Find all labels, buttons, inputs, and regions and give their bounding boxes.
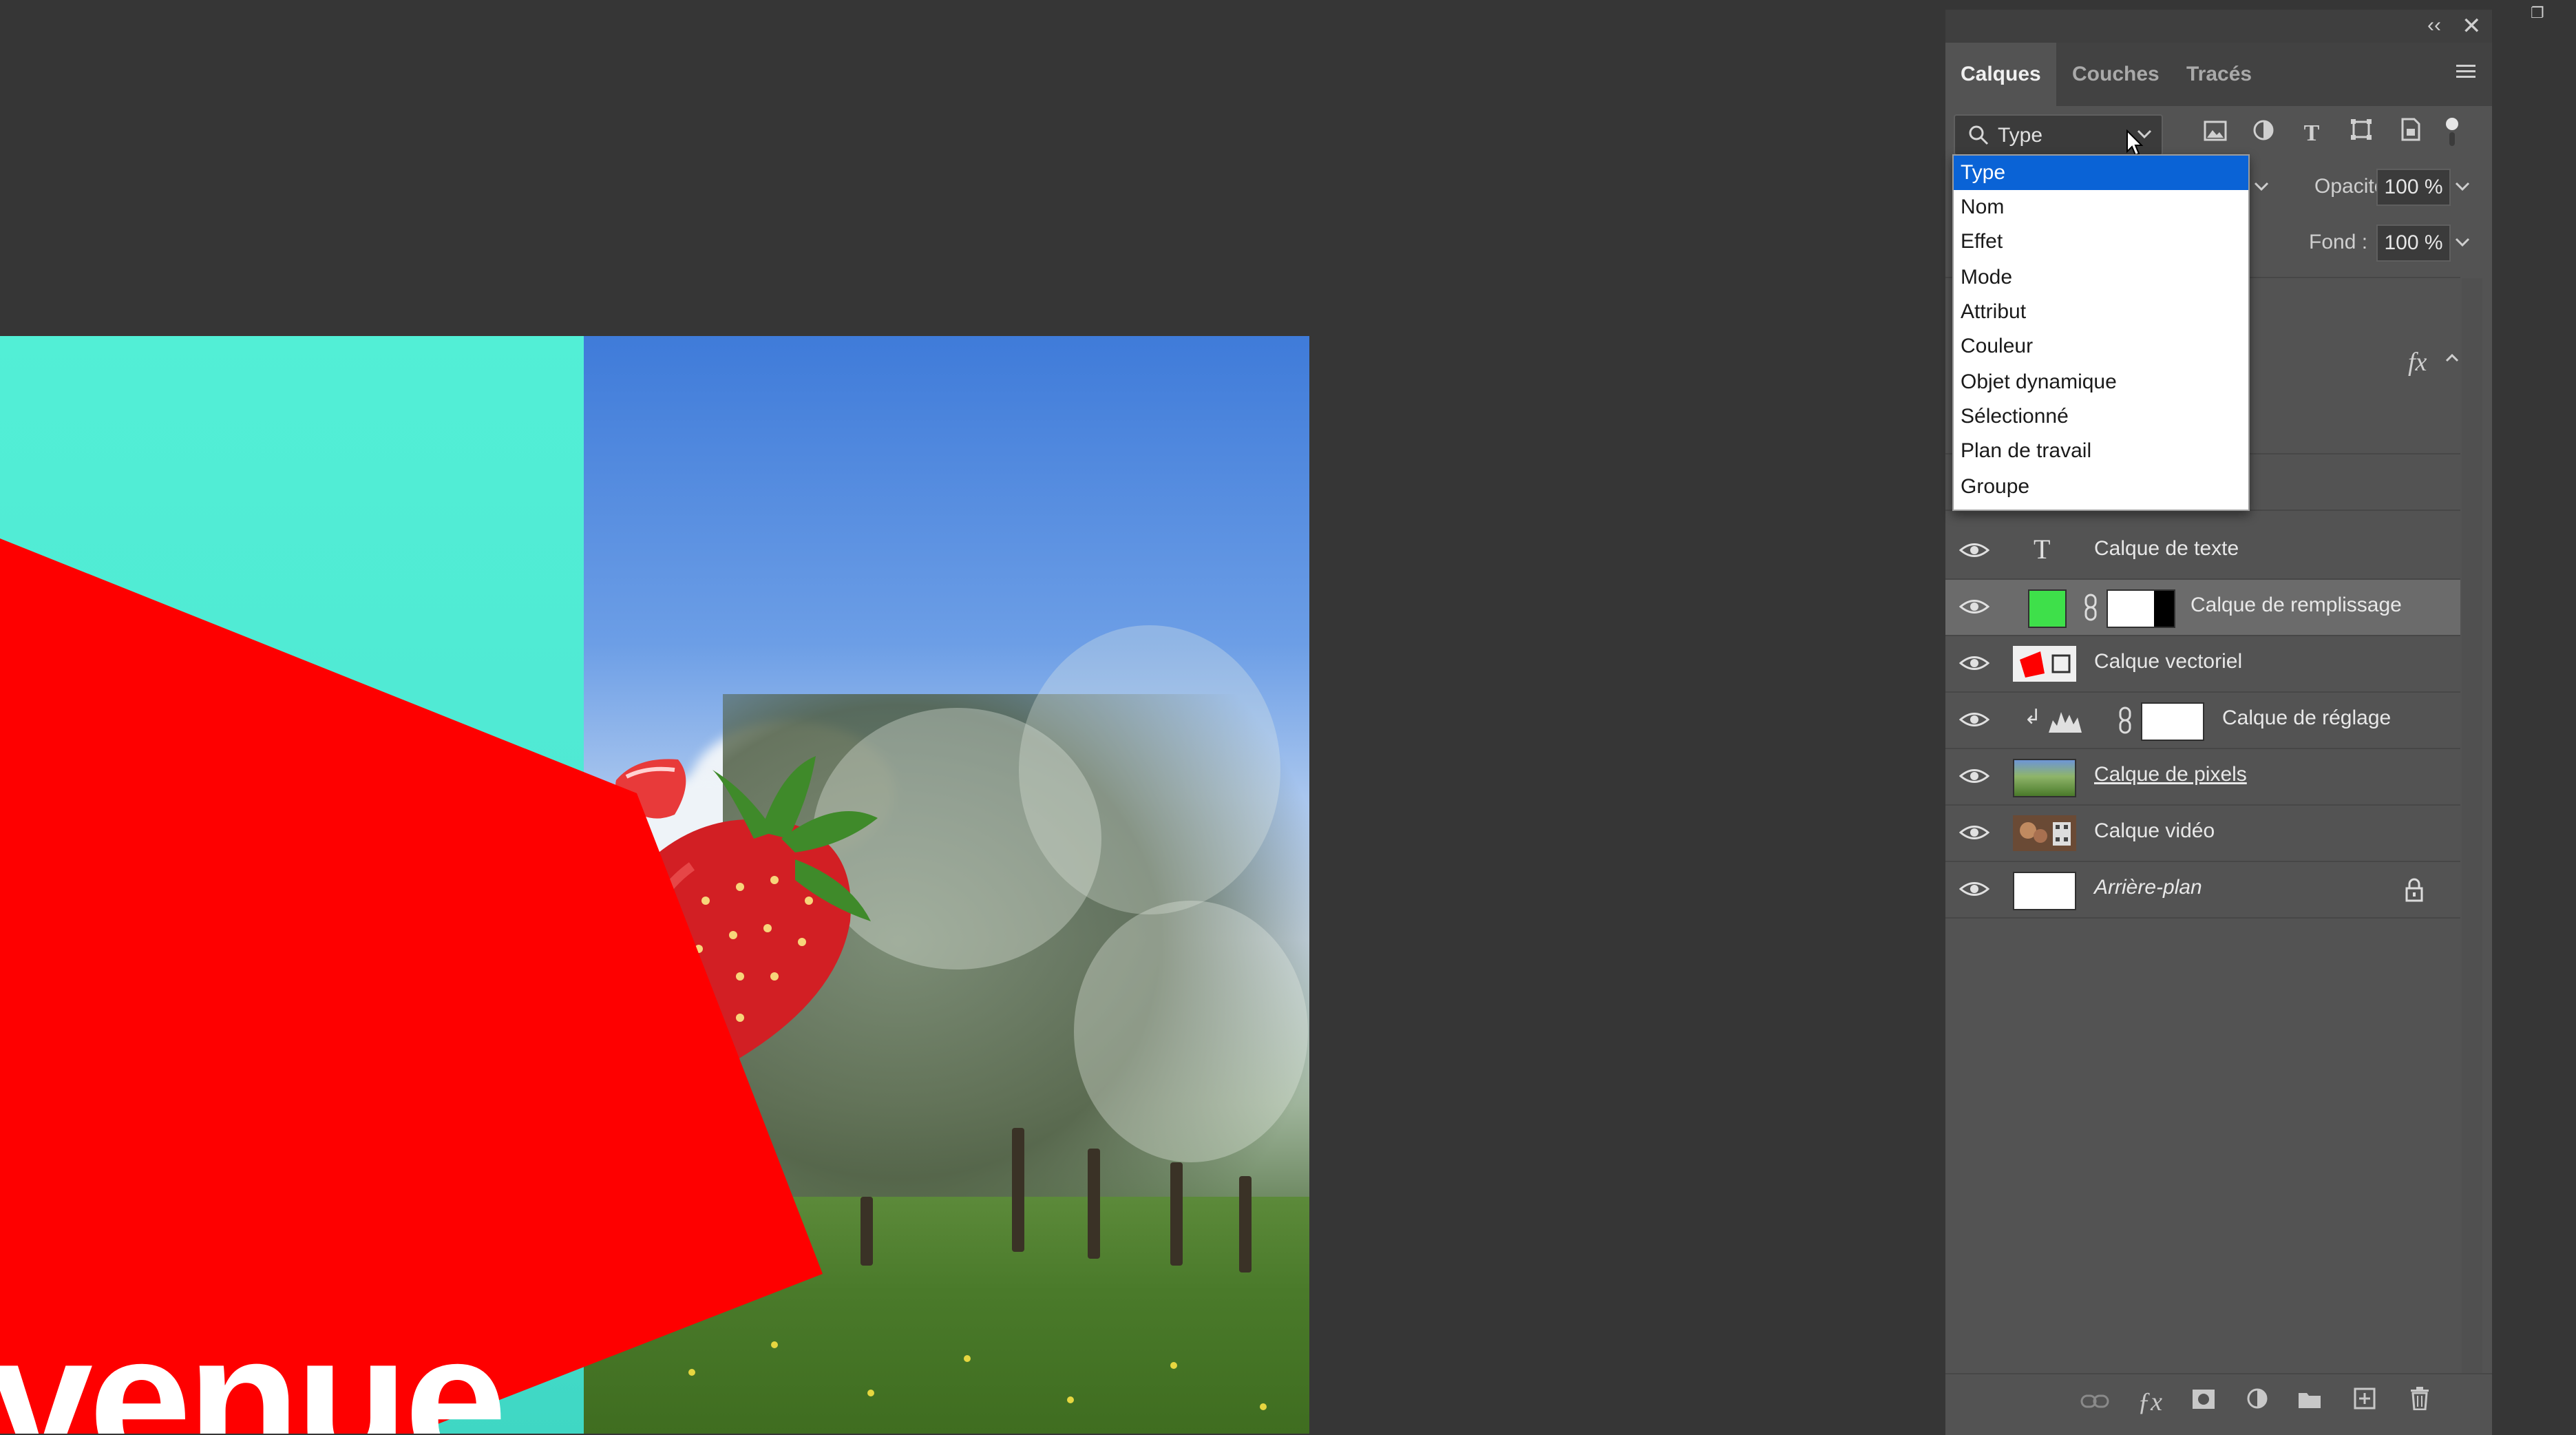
levels-histogram-icon — [2049, 712, 2082, 733]
visibility-eye-icon[interactable] — [1959, 596, 1989, 617]
layer-row-vector[interactable]: Calque vectoriel — [1945, 636, 2460, 693]
delete-layer-icon[interactable] — [2403, 1387, 2437, 1417]
filter-option-mode[interactable]: Mode — [1954, 260, 2248, 295]
canvas-text: venue — [0, 1296, 507, 1434]
filter-option-type[interactable]: Type — [1954, 156, 2248, 190]
smart-object-filter-icon[interactable] — [2394, 117, 2427, 150]
adjustment-filter-icon[interactable] — [2247, 117, 2280, 150]
filter-option-effet[interactable]: Effet — [1954, 224, 2248, 259]
visibility-eye-icon[interactable] — [1959, 709, 1989, 730]
layer-row-text[interactable]: T Calque de texte — [1945, 523, 2460, 580]
layer-name: Calque de remplissage — [2190, 594, 2402, 616]
panel-tabs: Calques Couches Tracés — [1945, 43, 2492, 106]
video-layer-thumbnail[interactable] — [2013, 815, 2076, 851]
mouse-cursor-icon — [2126, 129, 2144, 156]
new-group-icon[interactable] — [2292, 1387, 2327, 1416]
visibility-eye-icon[interactable] — [1959, 653, 1989, 673]
vector-layer-thumbnail[interactable] — [2013, 646, 2076, 682]
chain-link-icon[interactable] — [2083, 594, 2098, 621]
opacity-field[interactable]: 100 % — [2376, 169, 2451, 206]
layer-mask-thumbnail[interactable] — [2107, 589, 2175, 628]
pixel-layer-thumbnail[interactable] — [2013, 759, 2076, 797]
panel-titlebar: ‹‹ ✕ — [1945, 10, 2492, 43]
pixel-filter-icon[interactable] — [2199, 117, 2232, 150]
visibility-eye-icon[interactable] — [1959, 766, 1989, 786]
add-mask-icon[interactable] — [2186, 1387, 2221, 1416]
new-adjustment-icon[interactable] — [2240, 1387, 2274, 1416]
layer-name: Calque de pixels — [2094, 763, 2247, 786]
link-layers-icon[interactable] — [2078, 1387, 2112, 1416]
filter-option-couleur[interactable]: Couleur — [1954, 329, 2248, 364]
layer-name: Calque vidéo — [2094, 819, 2215, 842]
type-filter-icon[interactable]: T — [2295, 117, 2328, 150]
layer-name: Arrière-plan — [2094, 876, 2202, 899]
fx-icon[interactable]: ƒx — [2133, 1387, 2167, 1417]
chevron-down-icon[interactable] — [2455, 182, 2470, 191]
filter-toggle-icon[interactable] — [2436, 117, 2469, 150]
chain-link-icon[interactable] — [2118, 706, 2133, 734]
type-layer-icon: T — [2034, 534, 2051, 565]
layer-row-pixel[interactable]: Calque de pixels — [1945, 749, 2460, 806]
fx-label: fx — [2408, 348, 2427, 377]
filter-option-objet-dynamique[interactable]: Objet dynamique — [1954, 365, 2248, 399]
fill-label: Fond : — [2309, 231, 2368, 253]
layer-row-video[interactable]: Calque vidéo — [1945, 806, 2460, 862]
filter-icons: T — [2199, 117, 2460, 150]
layers-bottom-toolbar: ƒx — [1945, 1373, 2492, 1435]
fill-color-thumbnail[interactable] — [2028, 589, 2067, 628]
layer-name: Calque vectoriel — [2094, 650, 2243, 673]
tab-couches[interactable]: Couches — [2072, 43, 2160, 106]
shape-filter-icon[interactable] — [2345, 117, 2378, 150]
filter-selected-value: Type — [1998, 124, 2043, 147]
tab-calques[interactable]: Calques — [1945, 43, 2056, 106]
visibility-eye-icon[interactable] — [1959, 540, 1989, 561]
restore-window-icon[interactable]: ❐ — [2531, 4, 2544, 22]
close-icon[interactable]: ✕ — [2462, 12, 2482, 40]
chevron-up-icon[interactable] — [2445, 354, 2459, 362]
fill-field[interactable]: 100 % — [2376, 224, 2451, 262]
filter-option-groupe[interactable]: Groupe — [1954, 470, 2248, 504]
document-canvas[interactable]: venue — [0, 336, 1309, 1434]
search-icon — [1969, 125, 1989, 145]
filter-option-nom[interactable]: Nom — [1954, 190, 2248, 224]
panel-menu-icon[interactable] — [2452, 62, 2480, 88]
tab-traces[interactable]: Tracés — [2186, 43, 2252, 106]
layer-row-adjustment[interactable]: ↲ Calque de réglage — [1945, 693, 2460, 749]
filter-option-attribut[interactable]: Attribut — [1954, 295, 2248, 329]
filter-option-selectionne[interactable]: Sélectionné — [1954, 399, 2248, 434]
chevron-down-icon[interactable] — [2455, 238, 2470, 247]
layers-scrollbar[interactable] — [2462, 278, 2482, 1407]
filter-option-plan-de-travail[interactable]: Plan de travail — [1954, 434, 2248, 468]
layer-row-background[interactable]: Arrière-plan — [1945, 862, 2460, 919]
background-layer-thumbnail[interactable] — [2013, 872, 2076, 910]
layer-name: Calque de texte — [2094, 537, 2239, 560]
layer-name: Calque de réglage — [2222, 706, 2392, 729]
blend-mode-chevron-icon[interactable] — [2254, 182, 2269, 191]
clipping-arrow-icon: ↲ — [2024, 706, 2042, 729]
lock-icon[interactable] — [2404, 877, 2425, 902]
layer-row-fill[interactable]: Calque de remplissage — [1945, 580, 2460, 636]
visibility-eye-icon[interactable] — [1959, 879, 1989, 899]
collapse-icon[interactable]: ‹‹ — [2427, 14, 2441, 37]
filter-type-dropdown: Type Nom Effet Mode Attribut Couleur Obj… — [1952, 154, 2250, 511]
red-vector-shape — [0, 538, 823, 1434]
new-layer-icon[interactable] — [2347, 1387, 2382, 1416]
visibility-eye-icon[interactable] — [1959, 822, 1989, 843]
layer-mask-thumbnail[interactable] — [2141, 702, 2204, 741]
